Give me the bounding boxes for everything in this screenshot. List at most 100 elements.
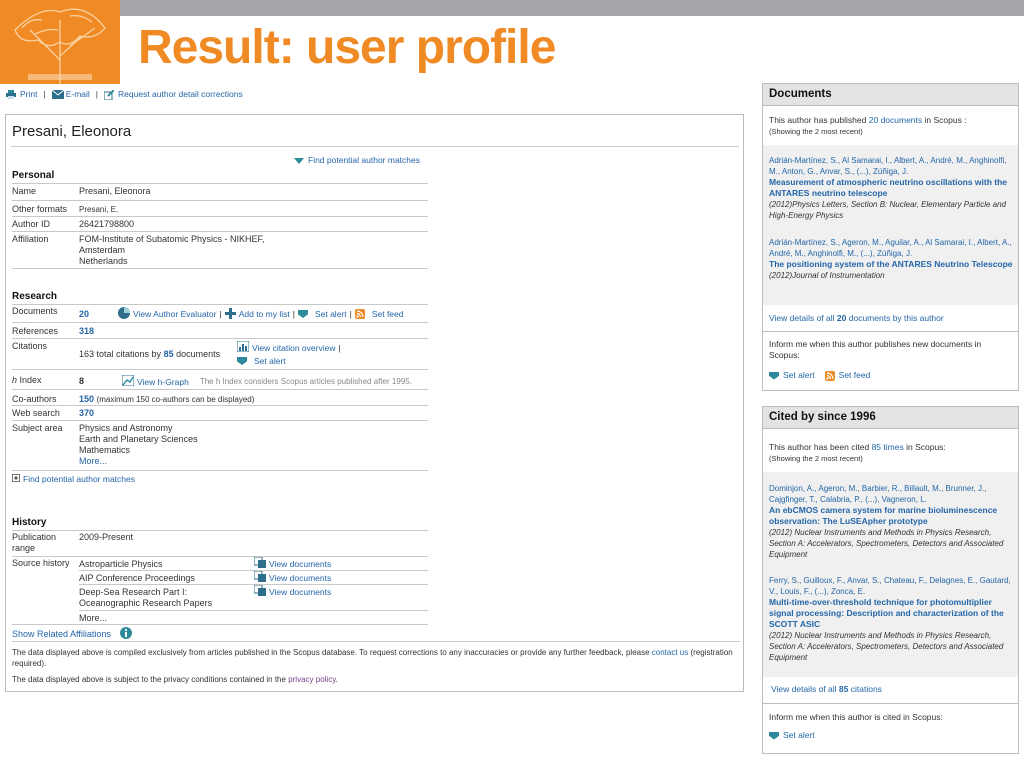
find-author-matches-bottom-link[interactable]: Find potential author matches [23,474,135,484]
ref-authors[interactable]: Dominjon, A., Ageron, M., Barbier, R., B… [769,483,1013,505]
list-item: Adrián-Martínez, S., Al Samarai, I., Alb… [769,155,1013,221]
citations-label: Citations [12,341,48,351]
documents-count-link[interactable]: 20 [79,309,89,320]
cited-intro: This author has been cited 85 times in S… [763,442,952,464]
view-all-documents-link[interactable]: View details of all 20 documents by this… [769,313,944,323]
email-icon [51,89,65,99]
ref-source: (2012) Nuclear Instruments and Methods i… [769,631,1004,662]
view-author-evaluator-link[interactable]: View Author Evaluator [133,309,216,319]
documents-link[interactable]: documents [881,115,923,125]
citation-overview-row: View citation overview | [236,340,341,354]
ref-authors[interactable]: Ferry, S., Guilloux, F., Anvar, S., Chat… [769,575,1013,597]
view-citation-overview-link[interactable]: View citation overview [252,343,335,353]
author-name: Presani, Eleonora [12,123,132,140]
notice-text: The data displayed above is subject to t… [12,675,286,684]
view-h-graph-link[interactable]: View h-Graph [137,377,189,387]
slide-title: Result: user profile [138,21,556,74]
documents-set-alert-link[interactable]: Set alert [783,370,815,381]
view-all-citations-row: View details of all 85 citations [765,684,888,695]
history-heading: History [12,517,47,528]
citing-docs-count-link[interactable]: 85 [164,349,174,359]
references-count-link[interactable]: 318 [79,326,94,337]
documents-icon [253,584,266,598]
view-documents-link[interactable]: View documents [269,573,331,583]
print-link[interactable]: Print [20,89,37,99]
divider [11,146,739,147]
documents-icon [253,570,266,584]
cited-inform-text: Inform me when this author is cited in S… [769,712,943,722]
view-all-documents-row: View details of all 20 documents by this… [763,313,950,324]
other-formats-value: Presani, E. [79,205,119,214]
set-alert-link[interactable]: Set alert [315,309,347,319]
source-history-label: Source history [12,558,70,568]
ref-source: (2012)Journal of Instrumentation [769,271,885,280]
ref-authors[interactable]: Adrián-Martínez, S., Al Samarai, I., Alb… [769,155,1013,177]
view-all-citations-link[interactable]: View details of all 85 citations [771,684,882,694]
h-index-note: The h Index considers Scopus articles pu… [199,377,412,386]
web-search-count-link[interactable]: 370 [79,408,94,419]
personal-heading: Personal [12,170,55,181]
recent-documents-list: Adrián-Martínez, S., Al Samarai, I., Alb… [763,145,1018,305]
divider [12,216,428,217]
ref-title-link[interactable]: Multi-time-over-threshold technique for … [769,597,1013,630]
find-author-matches-link[interactable]: Find potential author matches [294,155,420,165]
source-link[interactable]: Astroparticle Physics [79,559,163,570]
source-link[interactable]: AIP Conference Proceedings [79,573,195,584]
source-more-link[interactable]: More... [79,613,107,624]
h-index-label-h: h [12,375,18,385]
documents-count-link[interactable]: 20 [869,115,878,125]
source-link[interactable]: Deep-Sea Research Part I: Oceanographic … [79,587,212,609]
expand-plus-icon[interactable] [12,474,20,484]
documents-set-feed-link[interactable]: Set feed [839,370,871,381]
subject-more-link[interactable]: More... [79,456,107,466]
documents-label: Documents [12,306,58,316]
citations-text: 163 total citations by [79,349,162,359]
triangle-down-icon [294,157,304,164]
view-documents-link[interactable]: View documents [269,587,331,597]
cited-count-link[interactable]: 85 [872,442,881,452]
view-all-text: View details of all [769,313,835,323]
data-source-notice: The data displayed above is compiled exc… [12,648,740,669]
source-name-line: Oceanographic Research Papers [79,598,213,608]
graph-icon [121,374,135,388]
h-index-label: h Index [12,375,42,385]
citations-set-alert-link[interactable]: Set alert [254,356,286,366]
web-search-label: Web search [12,408,60,418]
show-related-affiliations-link[interactable]: Show Related Affiliations [12,629,111,639]
email-link[interactable]: E-mail [66,89,90,99]
source-name-line: Deep-Sea Research Part I: [79,587,188,597]
contact-us-link[interactable]: contact us [652,648,688,657]
request-corrections-link[interactable]: Request author detail corrections [118,89,243,99]
privacy-policy-link[interactable]: privacy policy [288,675,335,684]
h-index-value: 8 [79,376,85,386]
find-matches-label: Find potential author matches [308,155,420,165]
privacy-notice: The data displayed above is subject to t… [12,675,740,686]
set-feed-link[interactable]: Set feed [372,309,404,319]
cited-by-panel: Cited by since 1996 This author has been… [762,406,1019,754]
affiliation-line: Amsterdam [79,245,126,255]
info-icon[interactable] [119,627,132,641]
view-documents-link[interactable]: View documents [269,559,331,569]
notice-text: . [335,675,338,684]
ref-title-link[interactable]: The positioning system of the ANTARES Ne… [769,259,1013,270]
cited-set-alert-link[interactable]: Set alert [783,730,815,741]
bar-chart-icon [236,340,250,354]
ref-title-link[interactable]: An ebCMOS camera system for marine biolu… [769,505,1013,527]
slide-top-bar [0,0,1024,16]
divider [12,470,428,471]
divider [12,530,428,531]
add-to-list-link[interactable]: Add to my list [239,309,290,319]
ref-title-link[interactable]: Measurement of atmospheric neutrino osci… [769,177,1013,199]
subject-item: Earth and Planetary Sciences [79,434,198,444]
showing-note: (Showing the 2 most recent) [769,454,863,463]
coauthors-count-link[interactable]: 150 [79,394,94,404]
ref-authors[interactable]: Adrián-Martínez, S., Ageron, M., Aguilar… [769,237,1013,259]
h-index-label-rest: Index [19,375,42,385]
separator: | [292,309,295,319]
times-link[interactable]: times [883,442,903,452]
ref-source: (2012)Physics Letters, Section B: Nuclea… [769,200,1006,220]
view-all-count: 85 [838,684,849,694]
divider [12,420,428,421]
rss-feed-icon [824,370,835,381]
ref-source: (2012) Nuclear Instruments and Methods i… [769,528,1004,559]
